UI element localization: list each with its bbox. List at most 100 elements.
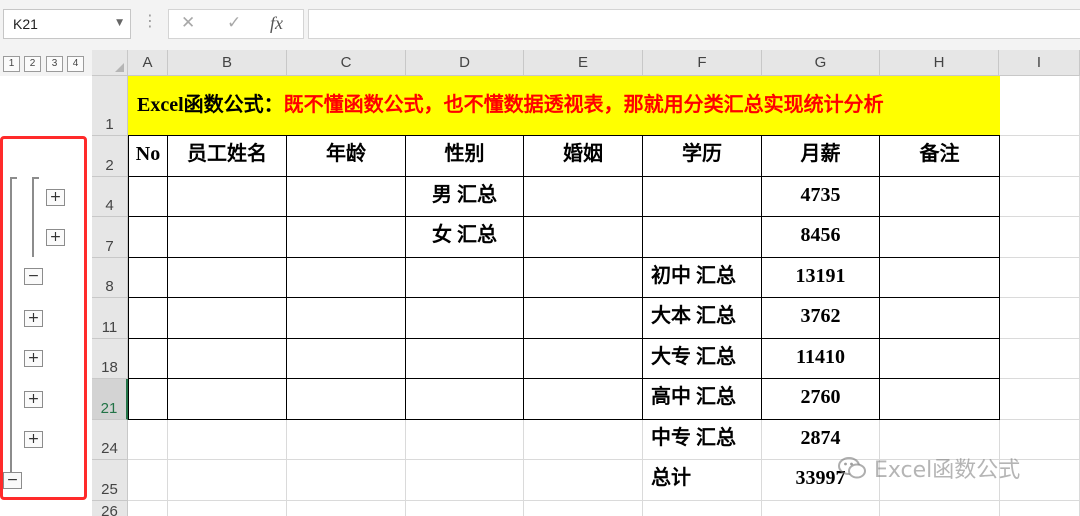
table-cell[interactable]: 女 汇总 (406, 217, 524, 258)
cell-empty[interactable] (168, 501, 287, 516)
row-header-26[interactable]: 26 (92, 501, 128, 516)
table-cell[interactable] (880, 177, 1000, 217)
table-header-cell[interactable]: 性别 (406, 136, 524, 177)
table-cell[interactable] (168, 420, 287, 460)
column-header-e[interactable]: E (524, 50, 643, 76)
function-icon[interactable]: fx (270, 13, 283, 34)
table-cell[interactable] (168, 298, 287, 339)
table-cell[interactable] (287, 420, 406, 460)
cell-empty[interactable] (762, 501, 880, 516)
table-cell[interactable] (128, 460, 168, 501)
table-cell[interactable]: 3762 (762, 298, 880, 339)
row-header-2[interactable]: 2 (92, 136, 128, 177)
chevron-down-icon[interactable]: ▼ (116, 18, 123, 28)
table-cell[interactable]: 11410 (762, 339, 880, 379)
table-cell[interactable] (168, 379, 287, 420)
more-options-icon[interactable]: ⋮ (142, 13, 158, 29)
table-cell[interactable] (880, 379, 1000, 420)
table-cell[interactable]: 13191 (762, 258, 880, 298)
table-cell[interactable] (880, 217, 1000, 258)
row-header-8[interactable]: 8 (92, 258, 128, 298)
table-cell[interactable]: 总计 (643, 460, 762, 501)
cell-empty[interactable] (1000, 501, 1080, 516)
select-all-button[interactable] (92, 50, 128, 76)
cell-empty[interactable] (128, 501, 168, 516)
table-cell[interactable] (524, 298, 643, 339)
outline-level-4-button[interactable]: 4 (67, 56, 84, 72)
table-cell[interactable]: 大专 汇总 (643, 339, 762, 379)
table-cell[interactable] (524, 460, 643, 501)
cancel-icon[interactable]: ✕ (181, 13, 195, 33)
table-cell[interactable] (524, 420, 643, 460)
column-header-h[interactable]: H (880, 50, 999, 76)
table-cell[interactable] (406, 379, 524, 420)
cell-empty[interactable] (1000, 136, 1080, 177)
cell-empty[interactable] (1000, 258, 1080, 298)
table-cell[interactable] (524, 339, 643, 379)
table-cell[interactable] (406, 420, 524, 460)
table-cell[interactable] (168, 177, 287, 217)
table-cell[interactable] (128, 258, 168, 298)
table-cell[interactable] (880, 298, 1000, 339)
column-header-g[interactable]: G (762, 50, 880, 76)
table-cell[interactable]: 8456 (762, 217, 880, 258)
name-box[interactable]: K21 ▼ (3, 9, 131, 39)
table-cell[interactable] (168, 258, 287, 298)
table-cell[interactable] (287, 217, 406, 258)
table-cell[interactable] (168, 460, 287, 501)
table-cell[interactable] (524, 258, 643, 298)
column-header-d[interactable]: D (406, 50, 524, 76)
table-cell[interactable] (406, 460, 524, 501)
row-header-25[interactable]: 25 (92, 460, 128, 501)
table-cell[interactable] (643, 217, 762, 258)
row-header-24[interactable]: 24 (92, 420, 128, 460)
table-cell[interactable]: 大本 汇总 (643, 298, 762, 339)
table-cell[interactable]: 中专 汇总 (643, 420, 762, 460)
outline-level-1-button[interactable]: 1 (3, 56, 20, 72)
table-cell[interactable] (287, 460, 406, 501)
cell-empty[interactable] (1000, 76, 1080, 136)
table-cell[interactable]: 高中 汇总 (643, 379, 762, 420)
table-header-cell[interactable]: No (128, 136, 168, 177)
row-header-21[interactable]: 21 (92, 379, 128, 420)
table-header-cell[interactable]: 备注 (880, 136, 1000, 177)
cell-empty[interactable] (406, 501, 524, 516)
table-cell[interactable] (128, 379, 168, 420)
row-header-1[interactable]: 1 (92, 76, 128, 136)
cell-empty[interactable] (1000, 379, 1080, 420)
outline-level-2-button[interactable]: 2 (24, 56, 41, 72)
table-cell[interactable] (128, 177, 168, 217)
table-cell[interactable] (287, 298, 406, 339)
table-cell[interactable] (524, 177, 643, 217)
table-cell[interactable] (524, 217, 643, 258)
table-cell[interactable] (128, 217, 168, 258)
table-header-cell[interactable]: 年龄 (287, 136, 406, 177)
table-header-cell[interactable]: 月薪 (762, 136, 880, 177)
table-cell[interactable] (128, 420, 168, 460)
column-header-a[interactable]: A (128, 50, 168, 76)
table-cell[interactable] (524, 379, 643, 420)
table-header-cell[interactable]: 婚姻 (524, 136, 643, 177)
cell-empty[interactable] (1000, 217, 1080, 258)
cell-empty[interactable] (1000, 177, 1080, 217)
table-cell[interactable] (406, 258, 524, 298)
table-cell[interactable]: 男 汇总 (406, 177, 524, 217)
table-cell[interactable] (643, 177, 762, 217)
title-cell[interactable]: Excel函数公式：既不懂函数公式，也不懂数据透视表，那就用分类汇总实现统计分析 (128, 76, 1000, 136)
check-icon[interactable]: ✓ (227, 13, 241, 33)
table-cell[interactable] (406, 339, 524, 379)
table-header-cell[interactable]: 学历 (643, 136, 762, 177)
table-cell[interactable] (128, 339, 168, 379)
cell-empty[interactable] (1000, 298, 1080, 339)
row-header-11[interactable]: 11 (92, 298, 128, 339)
row-header-18[interactable]: 18 (92, 339, 128, 379)
table-cell[interactable] (168, 339, 287, 379)
cell-empty[interactable] (1000, 339, 1080, 379)
table-cell[interactable] (880, 258, 1000, 298)
outline-level-3-button[interactable]: 3 (46, 56, 63, 72)
cell-empty[interactable] (880, 501, 1000, 516)
table-cell[interactable] (287, 258, 406, 298)
table-cell[interactable] (287, 177, 406, 217)
table-cell[interactable]: 初中 汇总 (643, 258, 762, 298)
table-cell[interactable] (287, 379, 406, 420)
